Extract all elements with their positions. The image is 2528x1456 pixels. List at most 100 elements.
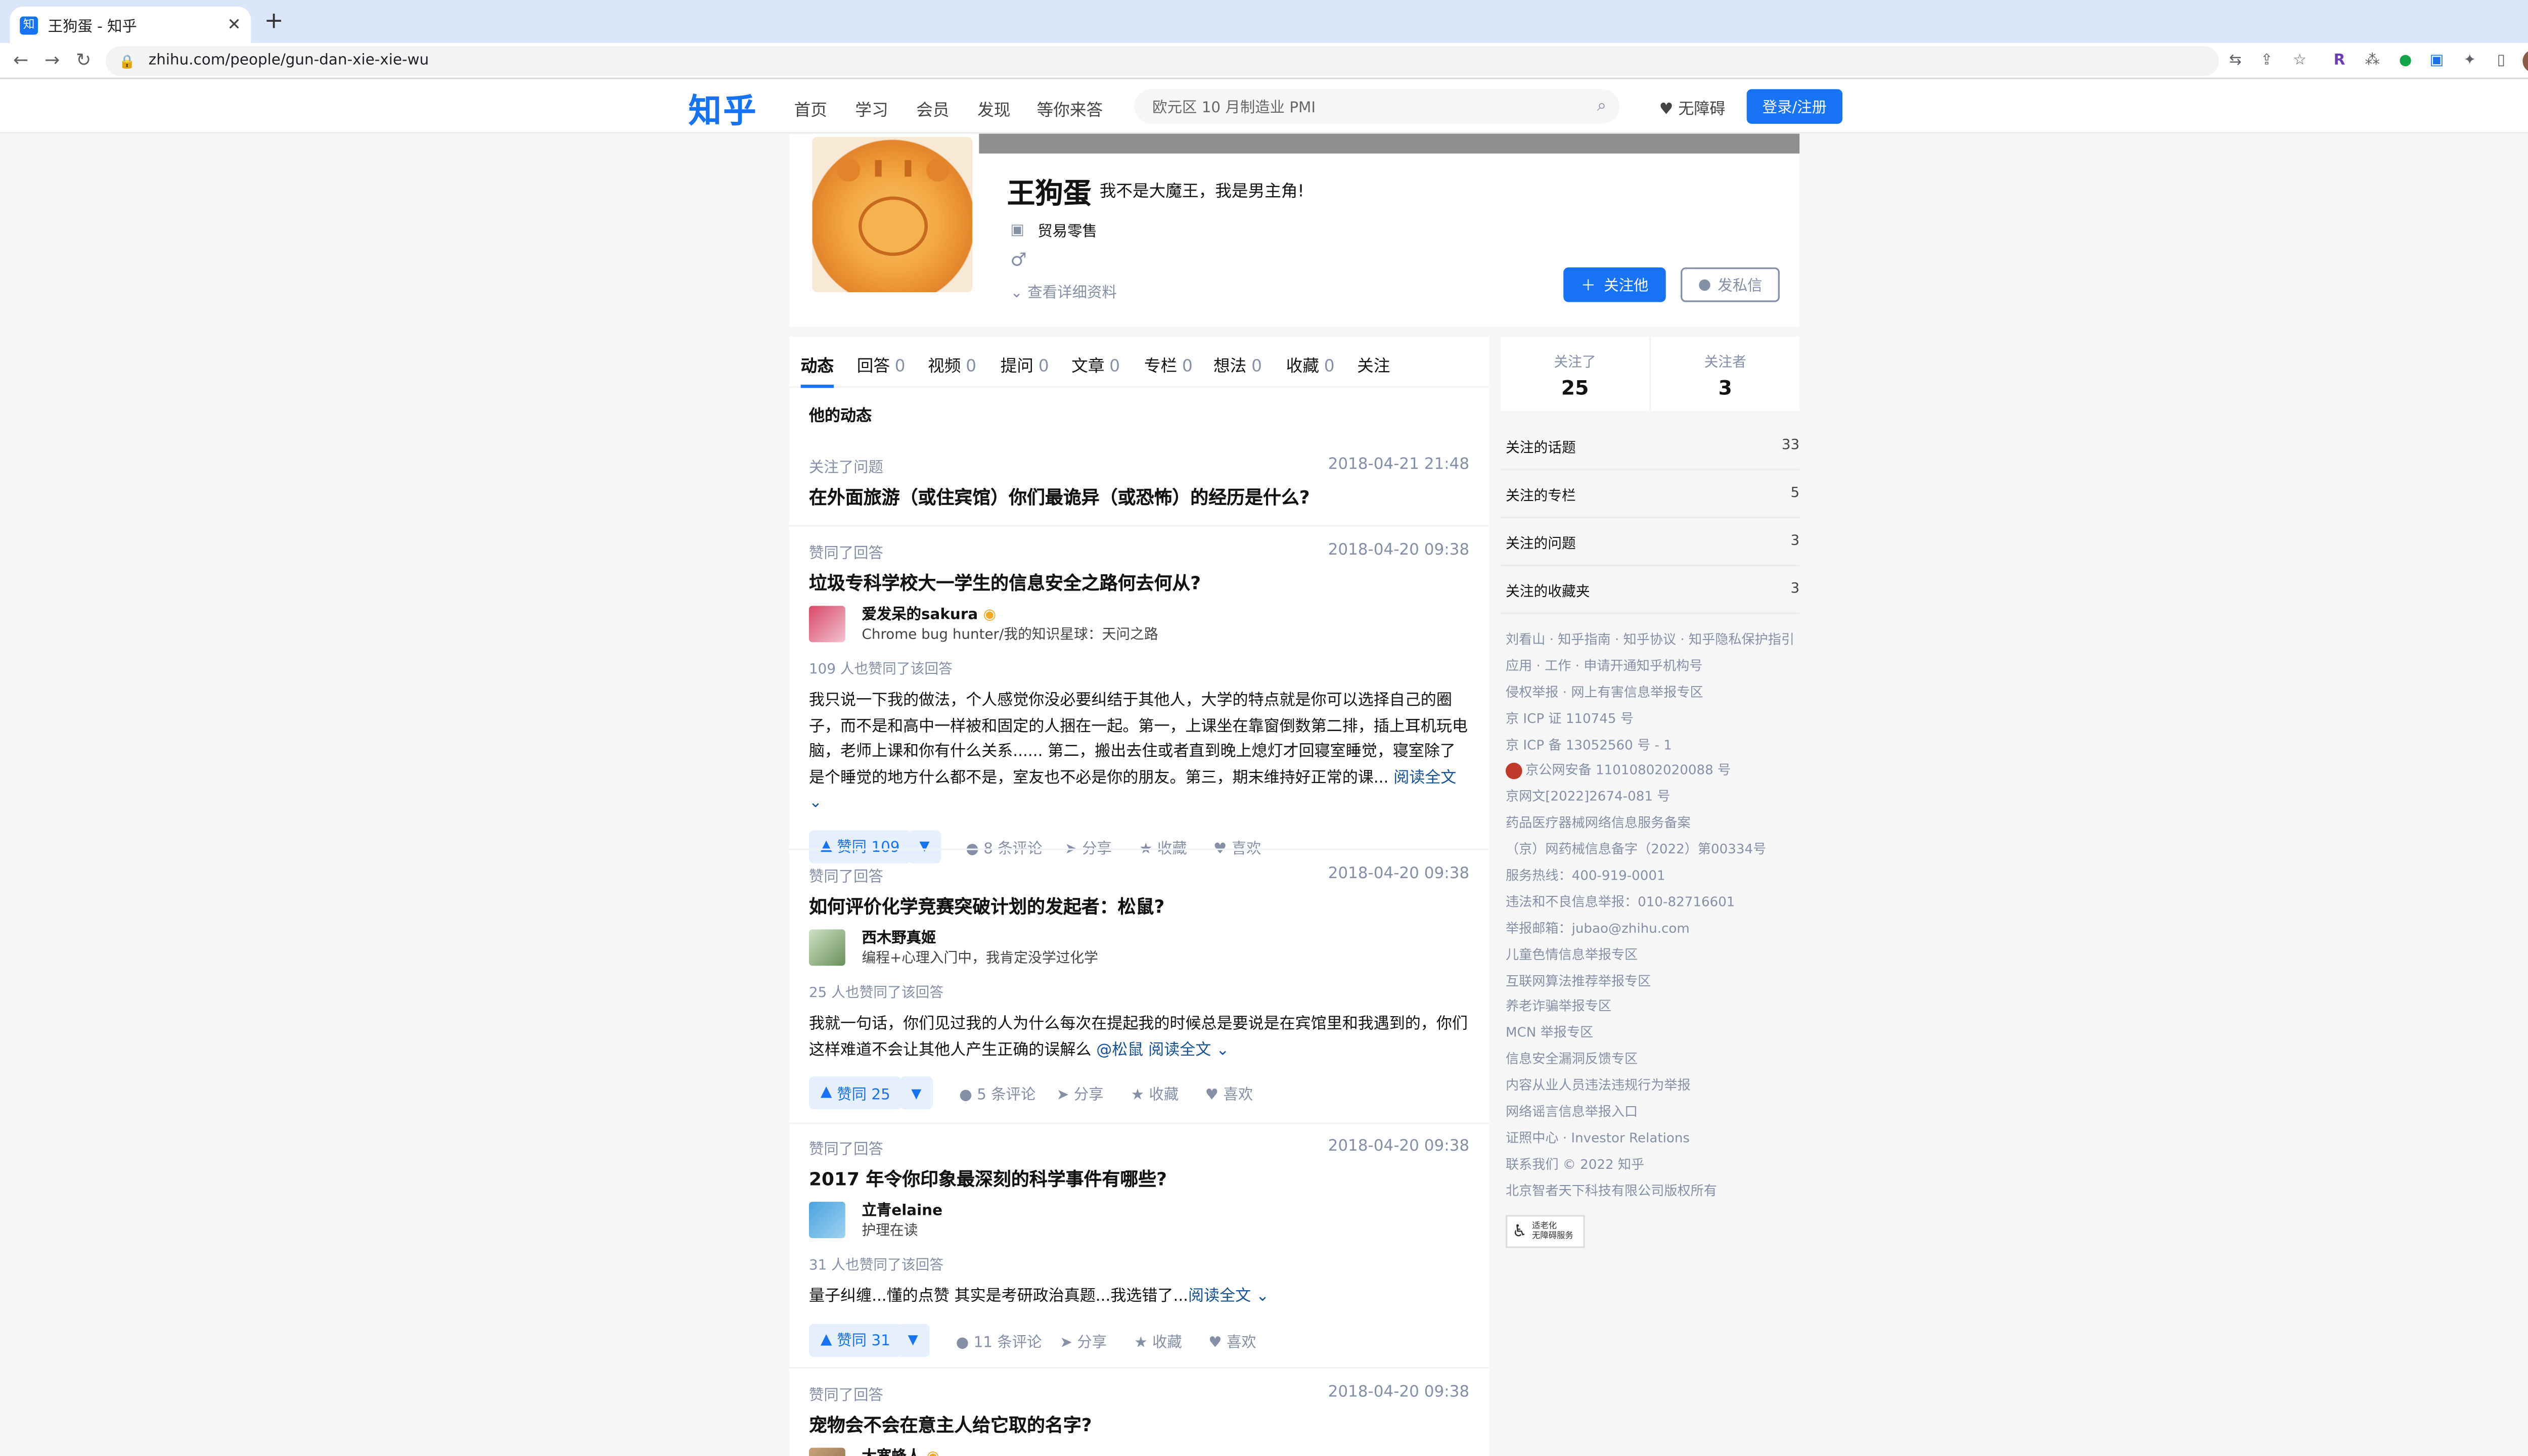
like-button[interactable]: ♥ 喜欢 [1213, 836, 1261, 858]
extension-r-icon[interactable]: R [2328, 50, 2351, 73]
tab-thoughts[interactable]: 想法 0 [1213, 352, 1262, 377]
author-name-link[interactable]: 爱发呆的sakura ◉ [862, 603, 996, 624]
question-title-link[interactable]: 垃圾专科学校大一学生的信息安全之路何去何从? [809, 570, 1469, 596]
footer-link[interactable]: 药品医疗器械网络信息服务备案 [1506, 811, 1803, 837]
side-panel-icon[interactable]: ▯ [2490, 50, 2513, 73]
footer-link[interactable]: 侵权举报 · 网上有害信息举报专区 [1506, 680, 1803, 706]
upvote-button[interactable]: ▲ 赞同 25 [809, 1076, 902, 1110]
bookmark-star-icon[interactable]: ☆ [2288, 50, 2312, 73]
footer-link[interactable]: 京公网安备 11010802020088 号 [1505, 758, 1803, 785]
question-title-link[interactable]: 在外面旅游（或住宾馆）你们最诡异（或恐怖）的经历是什么? [809, 484, 1469, 510]
footer-link[interactable]: 应用 · 工作 · 申请开通知乎机构号 [1506, 654, 1803, 680]
tab-following[interactable]: 关注 [1357, 352, 1390, 377]
share-button[interactable]: ➤ 分享 [1060, 1330, 1107, 1351]
collect-button[interactable]: ★ 收藏 [1134, 1330, 1182, 1351]
footer-link[interactable]: 互联网算法推荐举报专区 [1506, 968, 1803, 994]
downvote-button[interactable]: ▼ [896, 1323, 930, 1356]
comments-button[interactable]: ● 5 条评论 [959, 1083, 1035, 1105]
author-name-link[interactable]: 立青elaine [862, 1199, 942, 1220]
footer-link[interactable]: 京 ICP 备 13052560 号 - 1 [1506, 732, 1803, 758]
followed-columns-link[interactable]: 关注的专栏 5 [1501, 471, 1800, 519]
tab-collections[interactable]: 收藏 0 [1286, 352, 1335, 377]
collect-button[interactable]: ★ 收藏 [1139, 836, 1187, 858]
question-title-link[interactable]: 宠物会不会在意主人给它取的名字? [809, 1412, 1469, 1438]
footer-link[interactable]: 刘看山 · 知乎指南 · 知乎协议 · 知乎隐私保护指引 [1506, 627, 1803, 654]
tab-answers[interactable]: 回答 0 [857, 352, 906, 377]
footer-link[interactable]: 信息安全漏洞反馈专区 [1506, 1047, 1803, 1073]
footer-link[interactable]: 养老诈骗举报专区 [1506, 994, 1803, 1021]
footer-link[interactable]: （京）网药械信息备字（2022）第00334号 [1506, 837, 1803, 863]
question-title-link[interactable]: 2017 年令你印象最深刻的科学事件有哪些? [809, 1165, 1469, 1192]
search-icon[interactable]: ⌕ [1597, 98, 1606, 116]
tab-activity[interactable]: 动态 [800, 352, 834, 388]
upvote-button[interactable]: ▲ 赞同 109 [809, 829, 912, 863]
profile-avatar-icon[interactable]: M [2522, 49, 2528, 73]
share-button[interactable]: ➤ 分享 [1057, 1083, 1104, 1105]
nav-waiting[interactable]: 等你来答 [1037, 96, 1103, 120]
mention-link[interactable]: @松鼠 [1096, 1041, 1143, 1059]
like-button[interactable]: ♥ 喜欢 [1208, 1330, 1256, 1351]
read-more-link[interactable]: 阅读全文 ⌄ [1188, 1288, 1269, 1306]
login-button[interactable]: 登录/注册 [1746, 89, 1843, 124]
footer-link[interactable]: 网络谣言信息举报入口 [1506, 1100, 1803, 1126]
nav-learn[interactable]: 学习 [855, 96, 888, 120]
upvote-button[interactable]: ▲ 赞同 31 [809, 1323, 902, 1356]
extension-green-icon[interactable]: ● [2394, 50, 2417, 73]
followed-collections-link[interactable]: 关注的收藏夹 3 [1501, 566, 1800, 614]
view-details-link[interactable]: ⌄ 查看详细资料 [1010, 281, 1116, 302]
tab-questions[interactable]: 提问 0 [1001, 352, 1049, 377]
forward-arrow-icon[interactable]: → [44, 50, 60, 71]
footer-link[interactable]: 儿童色情信息举报专区 [1506, 942, 1803, 968]
downvote-button[interactable]: ▼ [899, 1076, 933, 1110]
message-button[interactable]: ● 发私信 [1681, 267, 1780, 302]
author-avatar[interactable] [809, 1447, 845, 1456]
new-tab-button[interactable]: + [264, 8, 283, 34]
tab-articles[interactable]: 文章 0 [1071, 352, 1120, 377]
answer-excerpt[interactable]: 我就一句话，你们见过我的人为什么每次在提起我的时候总是要说是在宾馆里和我遇到的，… [809, 1012, 1469, 1063]
share-button[interactable]: ➤ 分享 [1065, 836, 1112, 858]
share-icon[interactable]: ⇪ [2255, 50, 2278, 73]
comments-button[interactable]: ● 8 条评论 [966, 836, 1042, 858]
footer-link[interactable]: 京 ICP 证 110745 号 [1506, 706, 1803, 732]
footer-link[interactable]: 证照中心 · Investor Relations [1506, 1126, 1803, 1152]
reload-icon[interactable]: ↻ [76, 50, 91, 71]
back-arrow-icon[interactable]: ← [13, 50, 28, 71]
read-more-link[interactable]: 阅读全文 ⌄ [1148, 1041, 1229, 1059]
footer-link[interactable]: 举报邮箱：jubao@zhihu.com [1506, 916, 1803, 942]
question-title-link[interactable]: 如何评价化学竞赛突破计划的发起者：松鼠? [809, 893, 1469, 920]
accessibility-button[interactable]: ♥ 无障碍 [1659, 96, 1726, 119]
zhihu-logo[interactable]: 知乎 [689, 84, 758, 132]
close-tab-icon[interactable]: ✕ [227, 16, 241, 34]
extension-grid-icon[interactable]: ⁂ [2361, 50, 2384, 73]
author-avatar[interactable] [809, 929, 845, 966]
answer-excerpt[interactable]: 我只说一下我的做法，个人感觉你没必要纠结于其他人，大学的特点就是你可以选择自己的… [809, 689, 1469, 816]
browser-tab[interactable]: 知 王狗蛋 - 知乎 ✕ [10, 7, 251, 43]
author-name-link[interactable]: 大宽蜂人 ◉ [862, 1444, 939, 1456]
author-avatar[interactable] [809, 606, 845, 643]
follow-button[interactable]: ＋ 关注他 [1563, 267, 1666, 302]
translate-icon[interactable]: ⇆ [2224, 50, 2247, 73]
following-stat[interactable]: 关注了 25 [1501, 337, 1649, 411]
nav-vip[interactable]: 会员 [916, 96, 949, 120]
extension-blue-icon[interactable]: ▣ [2425, 50, 2449, 73]
nav-discover[interactable]: 发现 [977, 96, 1010, 120]
tab-videos[interactable]: 视频 0 [928, 352, 976, 377]
extensions-puzzle-icon[interactable]: ✦ [2458, 50, 2481, 73]
like-button[interactable]: ♥ 喜欢 [1205, 1083, 1253, 1105]
followed-topics-link[interactable]: 关注的话题 33 [1501, 423, 1800, 471]
followed-questions-link[interactable]: 关注的问题 3 [1501, 518, 1800, 567]
footer-link[interactable]: 联系我们 © 2022 知乎 [1506, 1152, 1803, 1178]
accessibility-service-badge[interactable]: ♿ 适老化 无障碍服务 [1505, 1215, 1585, 1248]
tab-columns[interactable]: 专栏 0 [1144, 352, 1193, 377]
downvote-button[interactable]: ▼ [908, 829, 941, 863]
nav-home[interactable]: 首页 [794, 96, 827, 120]
search-input[interactable]: 欧元区 10 月制造业 PMI ⌕ [1134, 89, 1620, 124]
followers-stat[interactable]: 关注者 3 [1651, 337, 1799, 411]
url-field[interactable]: 🔒 zhihu.com/people/gun-dan-xie-xie-wu [105, 46, 2219, 76]
author-name-link[interactable]: 西木野真姬 [862, 926, 936, 948]
footer-link[interactable]: MCN 举报专区 [1506, 1021, 1803, 1047]
footer-link[interactable]: 京网文[2022]2674-081 号 [1506, 785, 1803, 811]
footer-link[interactable]: 内容从业人员违法违规行为举报 [1506, 1073, 1803, 1100]
comments-button[interactable]: ● 11 条评论 [956, 1330, 1042, 1351]
collect-button[interactable]: ★ 收藏 [1131, 1083, 1179, 1105]
